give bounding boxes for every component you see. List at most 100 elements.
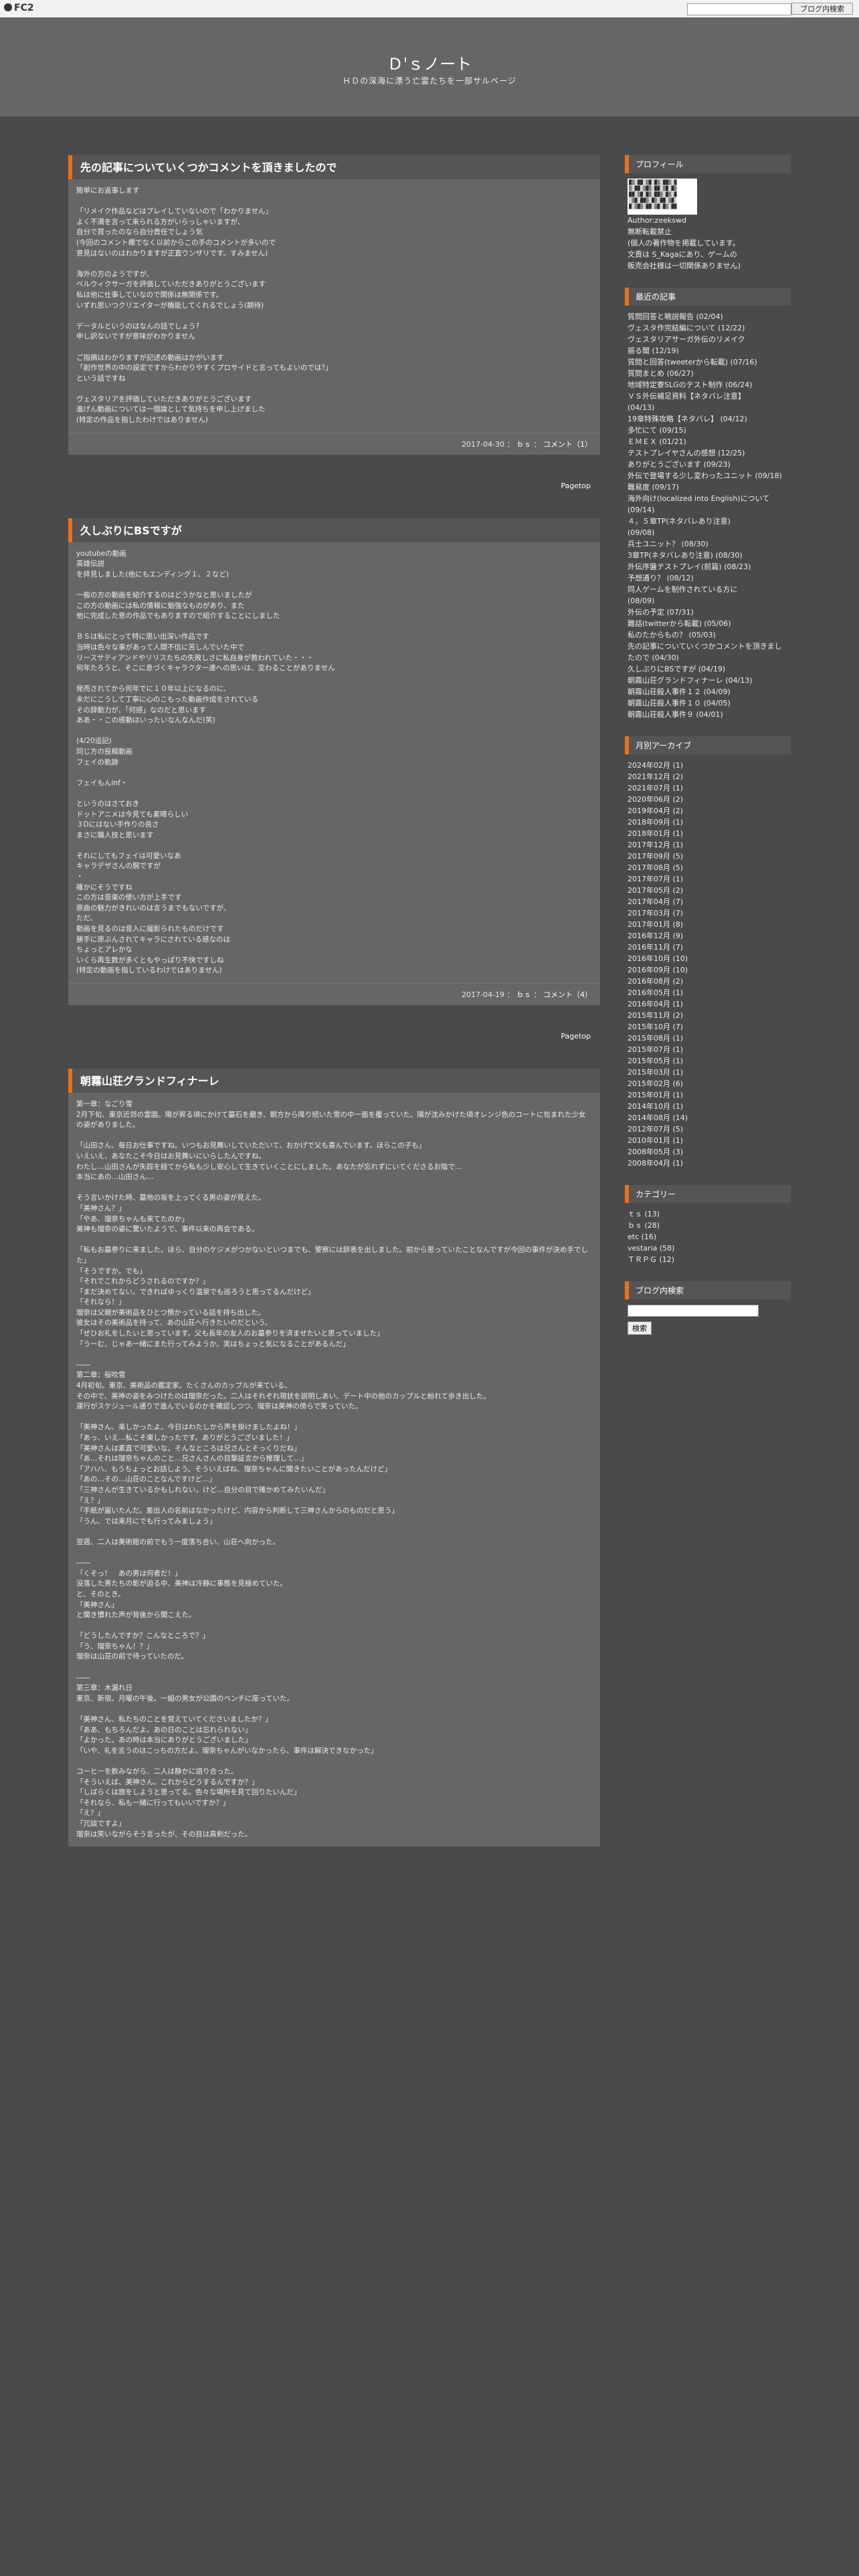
entry-line: 「ああ、もちろんだよ。あの日のことは忘れられない」 [76,1725,252,1734]
recent-entry-link[interactable]: ＶＳ外伝補足資料【ネタバレ注意】 [628,391,788,402]
toolbar-search-button[interactable]: ブログ内検索 [791,3,853,15]
entry-category-link[interactable]: ｂｓ [516,990,531,999]
archive-link[interactable]: 2015年08月 (1) [628,1033,788,1044]
toolbar-search-input[interactable] [687,3,791,15]
archive-link[interactable]: 2016年09月 (10) [628,964,788,976]
category-link[interactable]: ｔｓ (13) [628,1208,788,1220]
entry-footer: 2017-04-19 ： ｂｓ ： コメント（4） [68,983,600,1005]
recent-entry-link[interactable]: 同人ゲームを制作されている方に [628,584,788,595]
archive-link[interactable]: 2014年10月 (1) [628,1101,788,1112]
archive-link[interactable]: 2008年05月 (3) [628,1146,788,1158]
archive-link[interactable]: 2020年06月 (2) [628,794,788,805]
archive-link[interactable]: 2017年04月 (7) [628,896,788,907]
recent-entry-link[interactable]: ヴェスタリアサーガ外伝のリメイク [628,334,788,345]
recent-entry-link[interactable]: 振る聞 (12/19) [628,345,788,356]
archive-link[interactable]: 2016年12月 (9) [628,930,788,942]
archive-link[interactable]: 2017年01月 (8) [628,919,788,930]
entry-title[interactable]: 久しぶりにBSですが [80,522,592,538]
recent-entry-link[interactable]: 外伝序盤テストプレイ(前篇) (08/23) [628,561,788,572]
recent-entry-link[interactable]: ヴェスタ作完結編について (12/22) [628,322,788,334]
archive-link[interactable]: 2015年01月 (1) [628,1089,788,1101]
recent-entry-link[interactable]: 予想通り？ (08/12) [628,572,788,584]
archive-link[interactable]: 2017年08月 (5) [628,862,788,873]
entry-title[interactable]: 先の記事についていくつかコメントを頂きましたので [80,158,592,175]
entry-title[interactable]: 朝霧山荘グランドフィナーレ [80,1072,592,1088]
archive-link[interactable]: 2015年11月 (2) [628,1010,788,1021]
recent-entry-link[interactable]: ありがとうございます (09/23) [628,459,788,470]
archive-link[interactable]: 2016年11月 (7) [628,942,788,953]
recent-entry-link[interactable]: 朝霧山荘グランドフィナーレ (04/13) [628,675,788,686]
archive-link[interactable]: 2017年07月 (1) [628,873,788,885]
recent-entry-link[interactable]: 19章特殊攻略【ネタバレ】 (04/12) [628,413,788,425]
archive-link[interactable]: 2017年09月 (5) [628,851,788,862]
category-link[interactable]: ｂｓ (28) [628,1220,788,1231]
archive-link[interactable]: 2015年07月 (1) [628,1044,788,1055]
recent-entry-link[interactable]: 兵士ユニット？ (08/30) [628,538,788,550]
recent-entry-link[interactable]: 私のたからもの？ (05/03) [628,629,788,641]
pagetop-link[interactable]: Pagetop [68,1021,600,1069]
fc2-logo[interactable]: FC2 [4,3,34,13]
recent-entry-link[interactable]: 外伝で登場する少し変わったユニット (09/18) [628,470,788,481]
archive-link[interactable]: 2015年02月 (6) [628,1078,788,1089]
recent-entry-link[interactable]: ＥＭＥＸ (01/21) [628,436,788,447]
recent-entry-link[interactable]: 久しぶりにBSですが (04/19) [628,663,788,675]
recent-entry-link[interactable]: 難易度 (09/17) [628,481,788,493]
entry-comments-link[interactable]: コメント（1） [543,440,592,449]
archive-link[interactable]: 2010年01月 (1) [628,1135,788,1146]
blog-title[interactable]: Ｄ'ｓノート [0,51,859,74]
entry-line: 私は他に仕事していなので関係は無関係です。 [76,290,223,299]
pagetop-link[interactable]: Pagetop [68,471,600,518]
archive-link[interactable]: 2012年07月 (5) [628,1123,788,1135]
archive-link[interactable]: 2014年08月 (14) [628,1112,788,1123]
archive-link[interactable]: 2016年05月 (1) [628,987,788,998]
entry-category-link[interactable]: ｂｓ [516,440,531,449]
recent-entry-link[interactable]: (04/13) [628,402,788,413]
recent-entry-link[interactable]: 先の記事についていくつかコメントを頂きましたので (04/30) [628,641,788,663]
recent-entry-link[interactable]: 3章TP(ネタバレあり注意) (08/30) [628,550,788,561]
archive-link[interactable]: 2016年08月 (2) [628,976,788,987]
entry-line: 「リメイク作品などはプレイしていないので「わかりません」 [76,207,273,216]
archive-link[interactable]: 2016年04月 (1) [628,998,788,1010]
recent-entry-link[interactable]: 外伝の予定 (07/31) [628,607,788,618]
recent-entry-link[interactable]: 難詰(twitterから転載) (05/06) [628,618,788,629]
recent-entry-link[interactable]: テストプレイヤさんの感想 (12/25) [628,447,788,459]
archive-link[interactable]: 2017年03月 (7) [628,907,788,919]
recent-entry-link[interactable]: ４，５章TP(ネタバレあり注意) [628,516,788,527]
archive-link[interactable]: 2017年12月 (1) [628,839,788,851]
recent-entry-link[interactable]: 質問回答と暁説報告 (02/04) [628,311,788,322]
archive-link[interactable]: 2024年02月 (1) [628,760,788,771]
entry-line: (今回のコメント欄でなく以前からこの手のコメントが多いので [76,238,276,247]
archive-link[interactable]: 2017年05月 (2) [628,885,788,896]
entry-line: ヴェスタリアを評価していただきありがとうございます [76,395,252,403]
archive-link[interactable]: 2019年04月 (2) [628,805,788,817]
archive-link[interactable]: 2015年10月 (7) [628,1021,788,1033]
recent-entry-link[interactable]: 質問と回答(tweeterから転載) (07/16) [628,356,788,368]
profile-heading: プロフィール [625,155,791,173]
category-link[interactable]: vestaria (58) [628,1243,788,1254]
archive-link[interactable]: 2015年05月 (1) [628,1055,788,1067]
archive-link[interactable]: 2018年09月 (1) [628,817,788,828]
category-link[interactable]: etc (16) [628,1231,788,1243]
entry-line: (4/20追記) [76,737,112,746]
archive-link[interactable]: 2021年07月 (1) [628,782,788,794]
recent-entry-link[interactable]: 朝霧山荘殺人事件１０ (04/05) [628,697,788,709]
recent-entry-link[interactable]: 質問まとめ (06/27) [628,368,788,379]
archive-link[interactable]: 2016年10月 (10) [628,953,788,964]
archive-link[interactable]: 2018年01月 (1) [628,828,788,839]
recent-entry-link[interactable]: 朝霧山荘殺人事件９ (04/01) [628,709,788,720]
blog-search-button[interactable]: 検索 [628,1321,652,1335]
entry-line: 同じ方の投稿動画 [76,747,132,756]
recent-entry-link[interactable]: 朝霧山荘殺人事件１２ (04/09) [628,686,788,697]
archive-link[interactable]: 2015年03月 (1) [628,1067,788,1078]
recent-entry-link[interactable]: (08/09) [628,595,788,607]
recent-entry-link[interactable]: 海外向け(localized into English)について (09/14) [628,493,788,516]
archive-link[interactable]: 2021年12月 (2) [628,771,788,782]
recent-entry-link[interactable]: 地域特定寮SLGのテスト制作 (06/24) [628,379,788,391]
entry-line: 「冗談ですよ」 [76,1819,126,1828]
recent-entry-link[interactable]: 多忙にて (09/15) [628,425,788,436]
category-link[interactable]: ＴＲＰＧ (12) [628,1254,788,1265]
recent-entry-link[interactable]: (09/08) [628,527,788,538]
archive-link[interactable]: 2008年04月 (1) [628,1158,788,1169]
blog-search-input[interactable] [628,1305,759,1317]
entry-comments-link[interactable]: コメント（4） [543,990,592,999]
